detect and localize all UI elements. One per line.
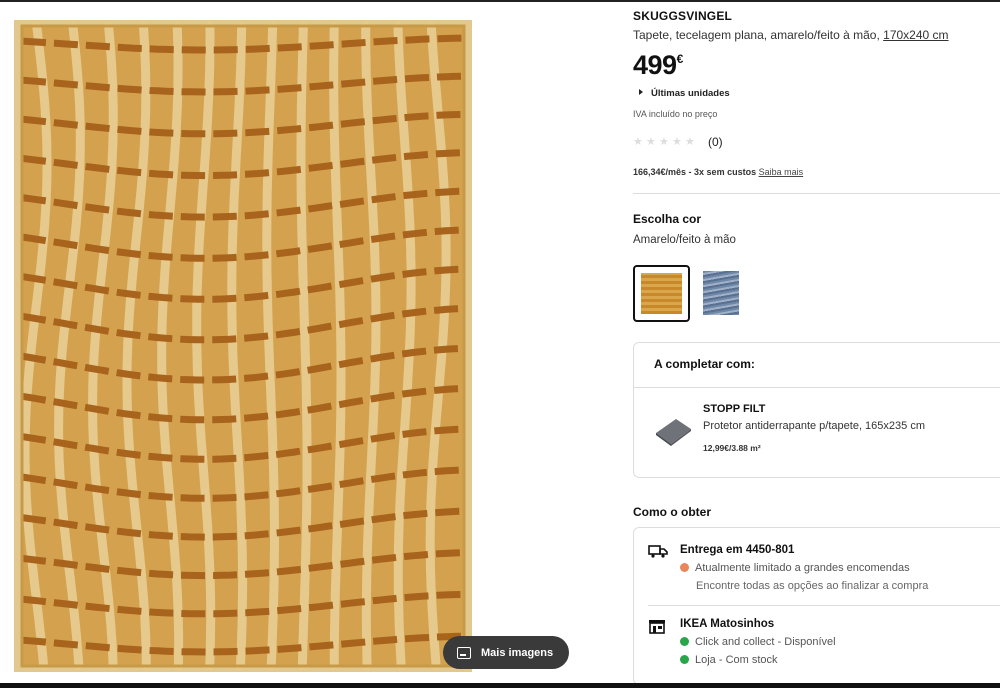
store-click-collect-text: Click and collect - Disponível [695,636,836,648]
delivery-status: Atualmente limitado a grandes encomendas [680,562,910,574]
star-icon: ★ [633,136,643,148]
addon-description: Protetor antiderrapante p/tapete, 165x23… [703,420,925,432]
vat-note: IVA incluído no preço [633,109,718,119]
divider [634,387,1000,388]
addon-name[interactable]: STOPP FILT [703,403,765,415]
complete-with-title: A completar com: [654,357,755,371]
stock-status[interactable]: Últimas unidades [639,88,730,99]
store-icon [649,620,665,634]
store-title[interactable]: IKEA Matosinhos [680,618,774,630]
color-selected: Amarelo/feito à mão [633,234,736,246]
store-click-collect: Click and collect - Disponível [680,636,836,648]
installments-more-link[interactable]: Saiba mais [759,167,804,177]
color-swatch-yellow[interactable] [633,265,690,322]
product-name: SKUGGSVINGEL [633,9,733,23]
caret-right-icon [639,89,643,95]
swatch-image [641,273,682,314]
color-title: Escolha cor [633,212,702,226]
stock-label: Últimas unidades [651,88,730,99]
product-page: Mais imagens SKUGGSVINGEL Tapete, tecela… [0,0,1000,688]
product-info-panel: SKUGGSVINGEL Tapete, tecelagem plana, am… [633,0,1000,688]
store-stock: Loja - Com stock [680,654,778,666]
how-to-get-card: Entrega em 4450-801 Atualmente limitado … [633,527,1000,685]
product-gallery[interactable] [14,20,472,672]
how-to-get-title: Como o obter [633,505,711,519]
divider [648,605,1000,606]
more-images-button[interactable]: Mais imagens [443,636,569,669]
color-swatch-blue[interactable] [703,271,739,315]
status-dot-green [680,637,689,646]
swatch-image [703,271,739,315]
rating[interactable]: ★ ★ ★ ★ ★ (0) [633,135,723,149]
store-stock-text: Loja - Com stock [695,654,778,666]
star-icon: ★ [685,136,695,148]
status-dot-green [680,655,689,664]
product-description: Tapete, tecelagem plana, amarelo/feito à… [633,28,949,42]
felt-pad-image[interactable] [654,416,692,446]
size-link[interactable]: 170x240 cm [883,28,948,42]
bottom-bar [0,683,1000,688]
image-icon [457,646,471,659]
star-icon: ★ [659,136,669,148]
status-dot-orange [680,563,689,572]
truck-icon [648,545,668,558]
rating-count: (0) [708,135,723,149]
product-description-text: Tapete, tecelagem plana, amarelo/feito à… [633,28,884,42]
divider [633,193,1000,194]
installments-text: 166,34€/mês - 3x sem custos [633,167,757,177]
rug-image [14,20,472,672]
complete-with-card: A completar com: STOPP FILT Protetor ant… [633,342,1000,478]
star-icon: ★ [672,136,682,148]
addon-price: 12,99€/3.88 m² [703,443,761,453]
more-images-label: Mais imagens [481,646,554,659]
product-price: 499€ [633,50,683,81]
delivery-title[interactable]: Entrega em 4450-801 [680,544,794,556]
price-value: 499 [633,50,677,80]
delivery-status-text: Atualmente limitado a grandes encomendas [695,562,910,574]
delivery-note: Encontre todas as opções ao finalizar a … [696,580,929,592]
star-icon: ★ [646,136,656,148]
installments-info: 166,34€/mês - 3x sem custos Saiba mais [633,167,803,177]
price-currency: € [676,52,684,66]
